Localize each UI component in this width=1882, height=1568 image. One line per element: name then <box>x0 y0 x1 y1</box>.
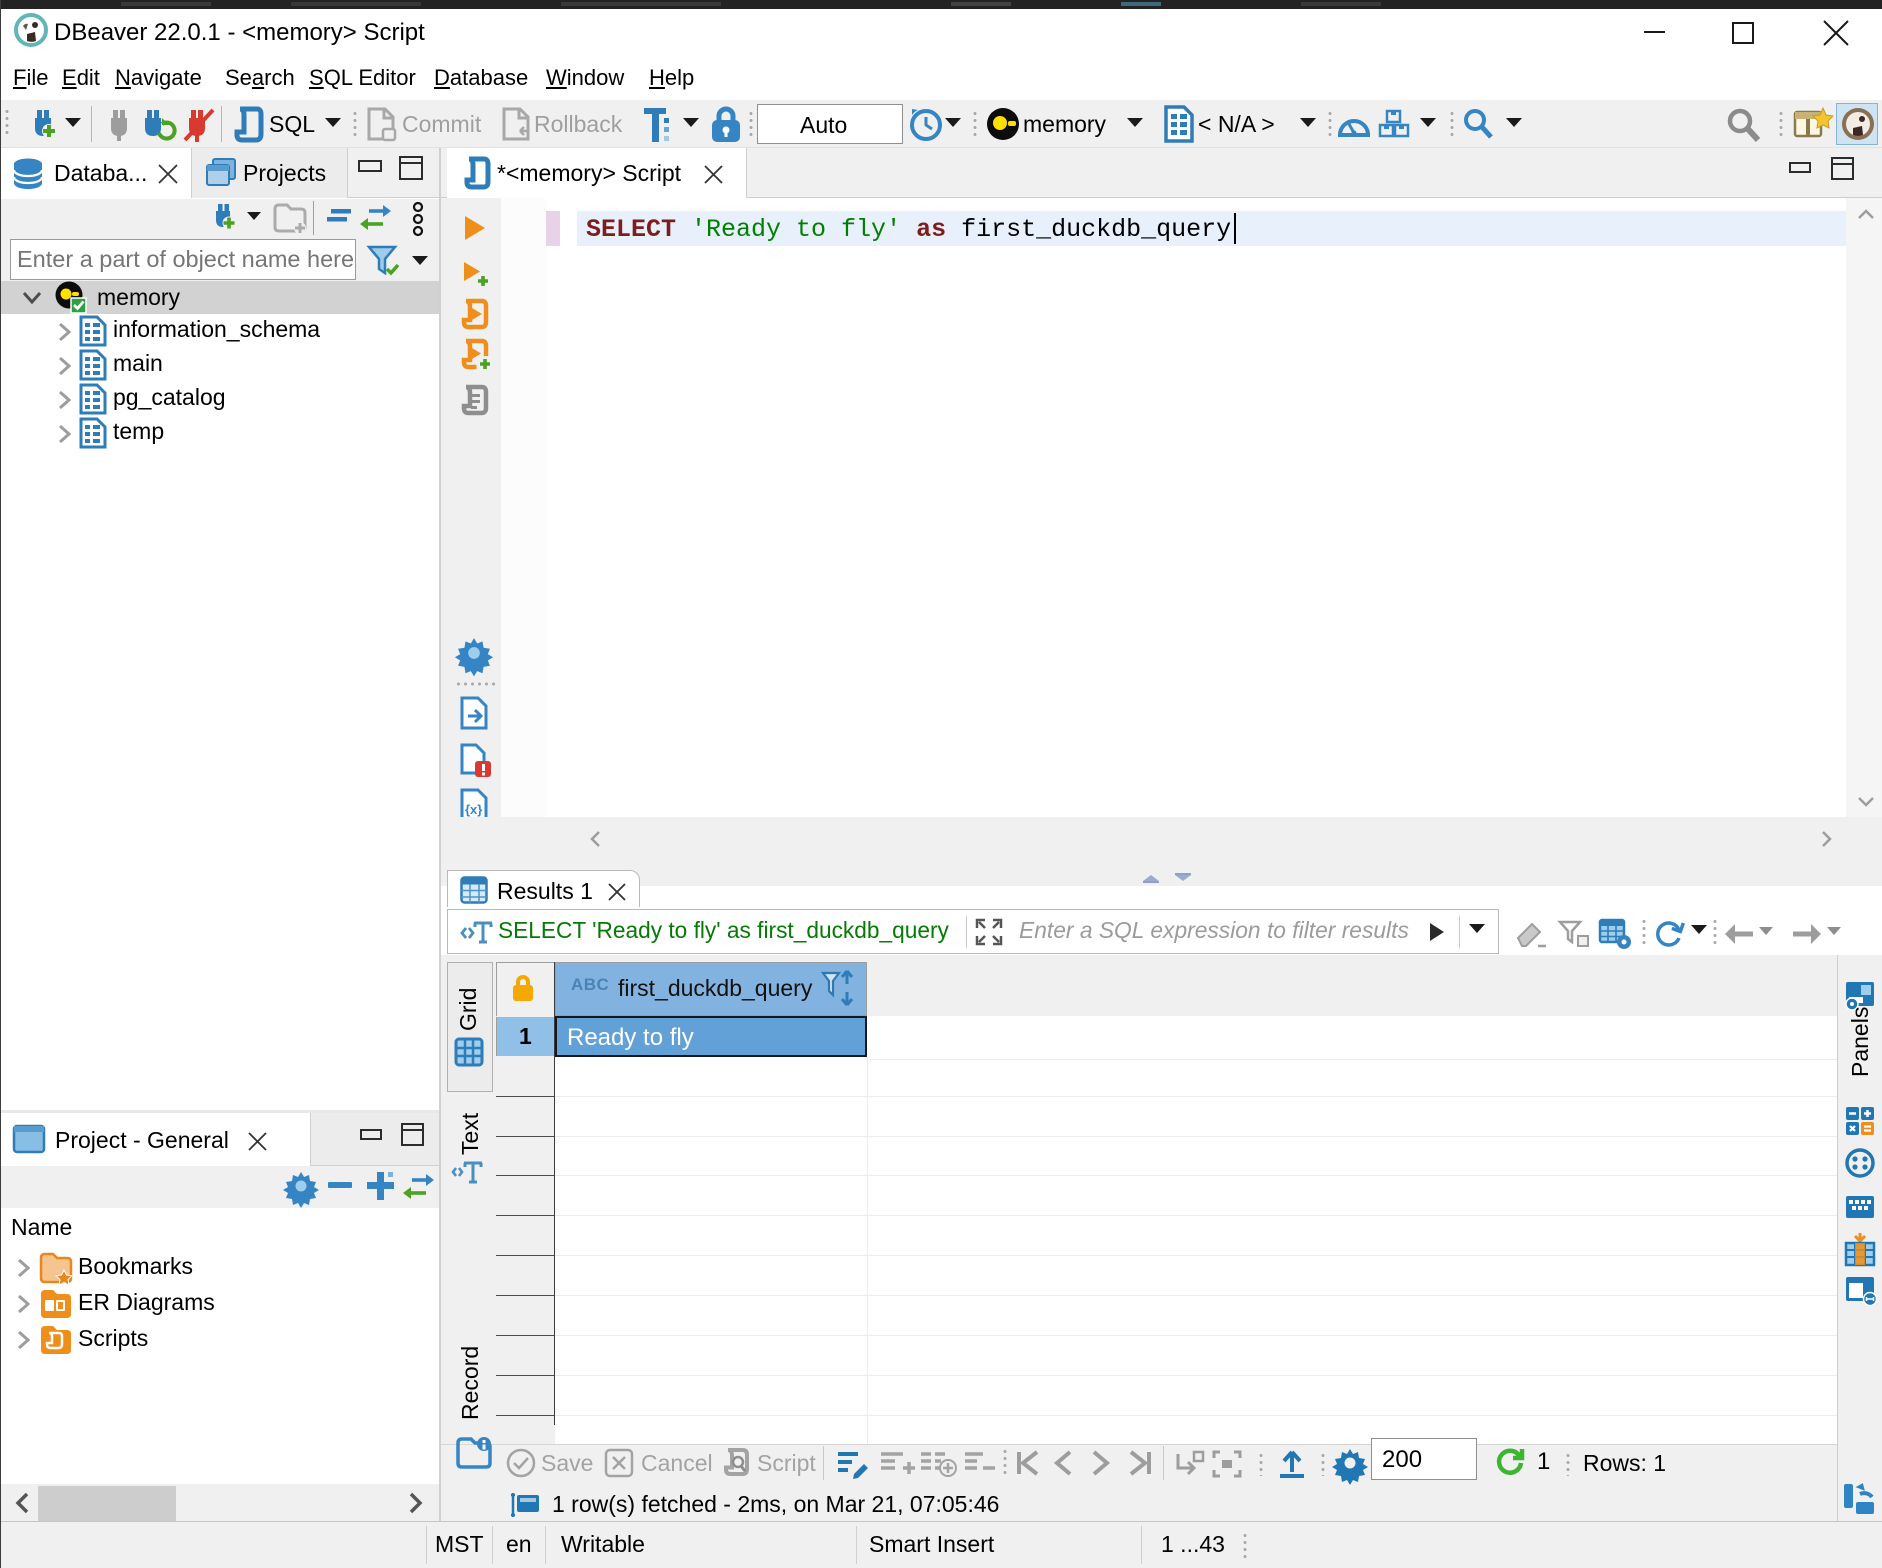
svg-text:{x}: {x} <box>465 802 482 817</box>
